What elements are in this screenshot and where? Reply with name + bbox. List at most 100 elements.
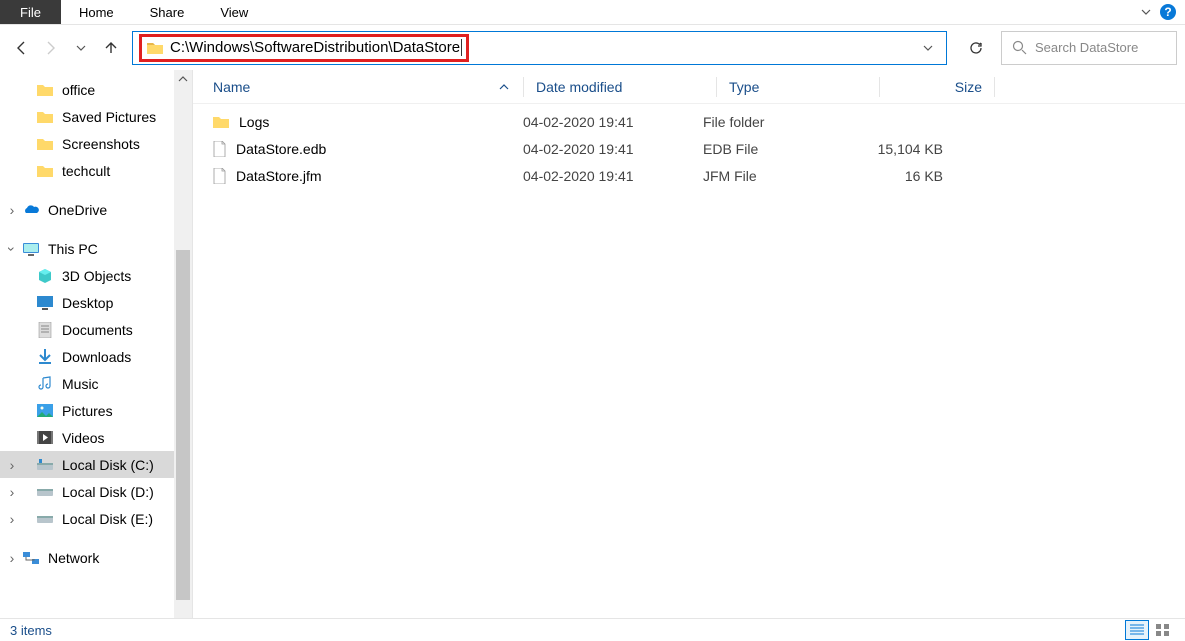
status-item-count: 3 items [10, 623, 52, 638]
text-cursor [461, 39, 462, 56]
file-date: 04-02-2020 19:41 [523, 141, 703, 157]
file-icon [213, 168, 226, 184]
sidebar-item-label: office [62, 82, 95, 98]
help-icon[interactable]: ? [1159, 3, 1177, 21]
sidebar-item-local-e[interactable]: › Local Disk (E:) [0, 505, 192, 532]
downloads-icon [36, 348, 54, 366]
ribbon-expand-icon[interactable] [1139, 5, 1153, 19]
folder-icon [36, 81, 54, 99]
ribbon-tabs: File Home Share View ? [0, 0, 1185, 25]
folder-icon [36, 135, 54, 153]
sidebar-item-local-c[interactable]: › Local Disk (C:) [0, 451, 192, 478]
sidebar-item-label: Downloads [62, 349, 131, 365]
file-type: EDB File [703, 141, 853, 157]
icons-view-button[interactable] [1151, 620, 1175, 640]
column-date[interactable]: Date modified [536, 79, 716, 95]
sidebar-item-label: Pictures [62, 403, 113, 419]
search-placeholder: Search DataStore [1035, 40, 1138, 55]
desktop-icon [36, 294, 54, 312]
ribbon-tab-home[interactable]: Home [61, 0, 132, 24]
sidebar-item-savedpictures[interactable]: Saved Pictures [0, 103, 192, 130]
3d-objects-icon [36, 267, 54, 285]
sidebar-item-label: OneDrive [48, 202, 107, 218]
search-box[interactable]: Search DataStore [1001, 31, 1177, 65]
pictures-icon [36, 402, 54, 420]
sidebar-item-label: Music [62, 376, 99, 392]
network-icon [22, 549, 40, 567]
status-bar: 3 items [0, 618, 1185, 641]
ribbon-tab-view[interactable]: View [202, 0, 266, 24]
back-button[interactable] [8, 35, 34, 61]
computer-icon [22, 240, 40, 258]
sidebar-item-pictures[interactable]: Pictures [0, 397, 192, 424]
music-icon [36, 375, 54, 393]
navigation-bar: C:\Windows\SoftwareDistribution\DataStor… [0, 25, 1185, 70]
sidebar-item-documents[interactable]: Documents [0, 316, 192, 343]
folder-icon [36, 108, 54, 126]
sidebar-item-label: techcult [62, 163, 110, 179]
column-size[interactable]: Size [892, 79, 982, 95]
sidebar-item-network[interactable]: › Network [0, 544, 192, 571]
chevron-down-icon[interactable]: › [4, 243, 20, 255]
sidebar-item-label: This PC [48, 241, 98, 257]
recent-locations-button[interactable] [68, 35, 94, 61]
ribbon-tab-file[interactable]: File [0, 0, 61, 24]
sidebar-item-label: Local Disk (D:) [62, 484, 154, 500]
file-row[interactable]: Logs 04-02-2020 19:41 File folder [193, 108, 1185, 135]
refresh-button[interactable] [959, 31, 993, 65]
sidebar-item-videos[interactable]: Videos [0, 424, 192, 451]
sidebar-item-local-d[interactable]: › Local Disk (D:) [0, 478, 192, 505]
scroll-up-icon[interactable] [174, 70, 192, 88]
chevron-right-icon[interactable]: › [6, 484, 18, 500]
navigation-pane: office Saved Pictures Screenshots techcu… [0, 70, 192, 618]
column-name[interactable]: Name [213, 79, 523, 95]
chevron-right-icon[interactable]: › [6, 202, 18, 218]
sort-asc-icon [499, 83, 509, 91]
file-size: 16 KB [853, 168, 943, 184]
chevron-right-icon[interactable]: › [6, 511, 18, 527]
address-bar[interactable]: C:\Windows\SoftwareDistribution\DataStor… [132, 31, 947, 65]
file-date: 04-02-2020 19:41 [523, 168, 703, 184]
sidebar-item-office[interactable]: office [0, 76, 192, 103]
sidebar-item-label: 3D Objects [62, 268, 131, 284]
sidebar-item-desktop[interactable]: Desktop [0, 289, 192, 316]
sidebar-scrollbar[interactable] [174, 70, 192, 618]
sidebar-item-label: Local Disk (E:) [62, 511, 153, 527]
details-view-button[interactable] [1125, 620, 1149, 640]
address-dropdown-icon[interactable] [916, 42, 940, 54]
sidebar-item-label: Documents [62, 322, 133, 338]
chevron-right-icon[interactable]: › [6, 457, 18, 473]
folder-icon [146, 39, 164, 57]
sidebar-item-3dobjects[interactable]: 3D Objects [0, 262, 192, 289]
file-type: JFM File [703, 168, 853, 184]
sidebar-item-label: Screenshots [62, 136, 140, 152]
sidebar-item-thispc[interactable]: › This PC [0, 235, 192, 262]
forward-button[interactable] [38, 35, 64, 61]
sidebar-item-screenshots[interactable]: Screenshots [0, 130, 192, 157]
sidebar-item-onedrive[interactable]: › OneDrive [0, 196, 192, 223]
file-name: DataStore.edb [236, 141, 326, 157]
svg-text:?: ? [1164, 5, 1171, 19]
address-highlight: C:\Windows\SoftwareDistribution\DataStor… [139, 34, 469, 62]
file-list-pane: Name Date modified Type Size Logs 04-02-… [192, 70, 1185, 618]
chevron-right-icon[interactable]: › [6, 550, 18, 566]
onedrive-icon [22, 201, 40, 219]
file-size: 15,104 KB [853, 141, 943, 157]
address-path: C:\Windows\SoftwareDistribution\DataStor… [170, 39, 460, 56]
drive-icon [36, 510, 54, 528]
videos-icon [36, 429, 54, 447]
scrollbar-thumb[interactable] [176, 250, 190, 600]
folder-icon [36, 162, 54, 180]
column-headers: Name Date modified Type Size [193, 70, 1185, 104]
column-type[interactable]: Type [729, 79, 879, 95]
up-button[interactable] [98, 35, 124, 61]
sidebar-item-music[interactable]: Music [0, 370, 192, 397]
search-icon [1012, 40, 1027, 55]
sidebar-item-label: Network [48, 550, 99, 566]
sidebar-item-downloads[interactable]: Downloads [0, 343, 192, 370]
sidebar-item-techcult[interactable]: techcult [0, 157, 192, 184]
ribbon-tab-share[interactable]: Share [132, 0, 203, 24]
file-row[interactable]: DataStore.edb 04-02-2020 19:41 EDB File … [193, 135, 1185, 162]
file-row[interactable]: DataStore.jfm 04-02-2020 19:41 JFM File … [193, 162, 1185, 189]
file-name: DataStore.jfm [236, 168, 322, 184]
